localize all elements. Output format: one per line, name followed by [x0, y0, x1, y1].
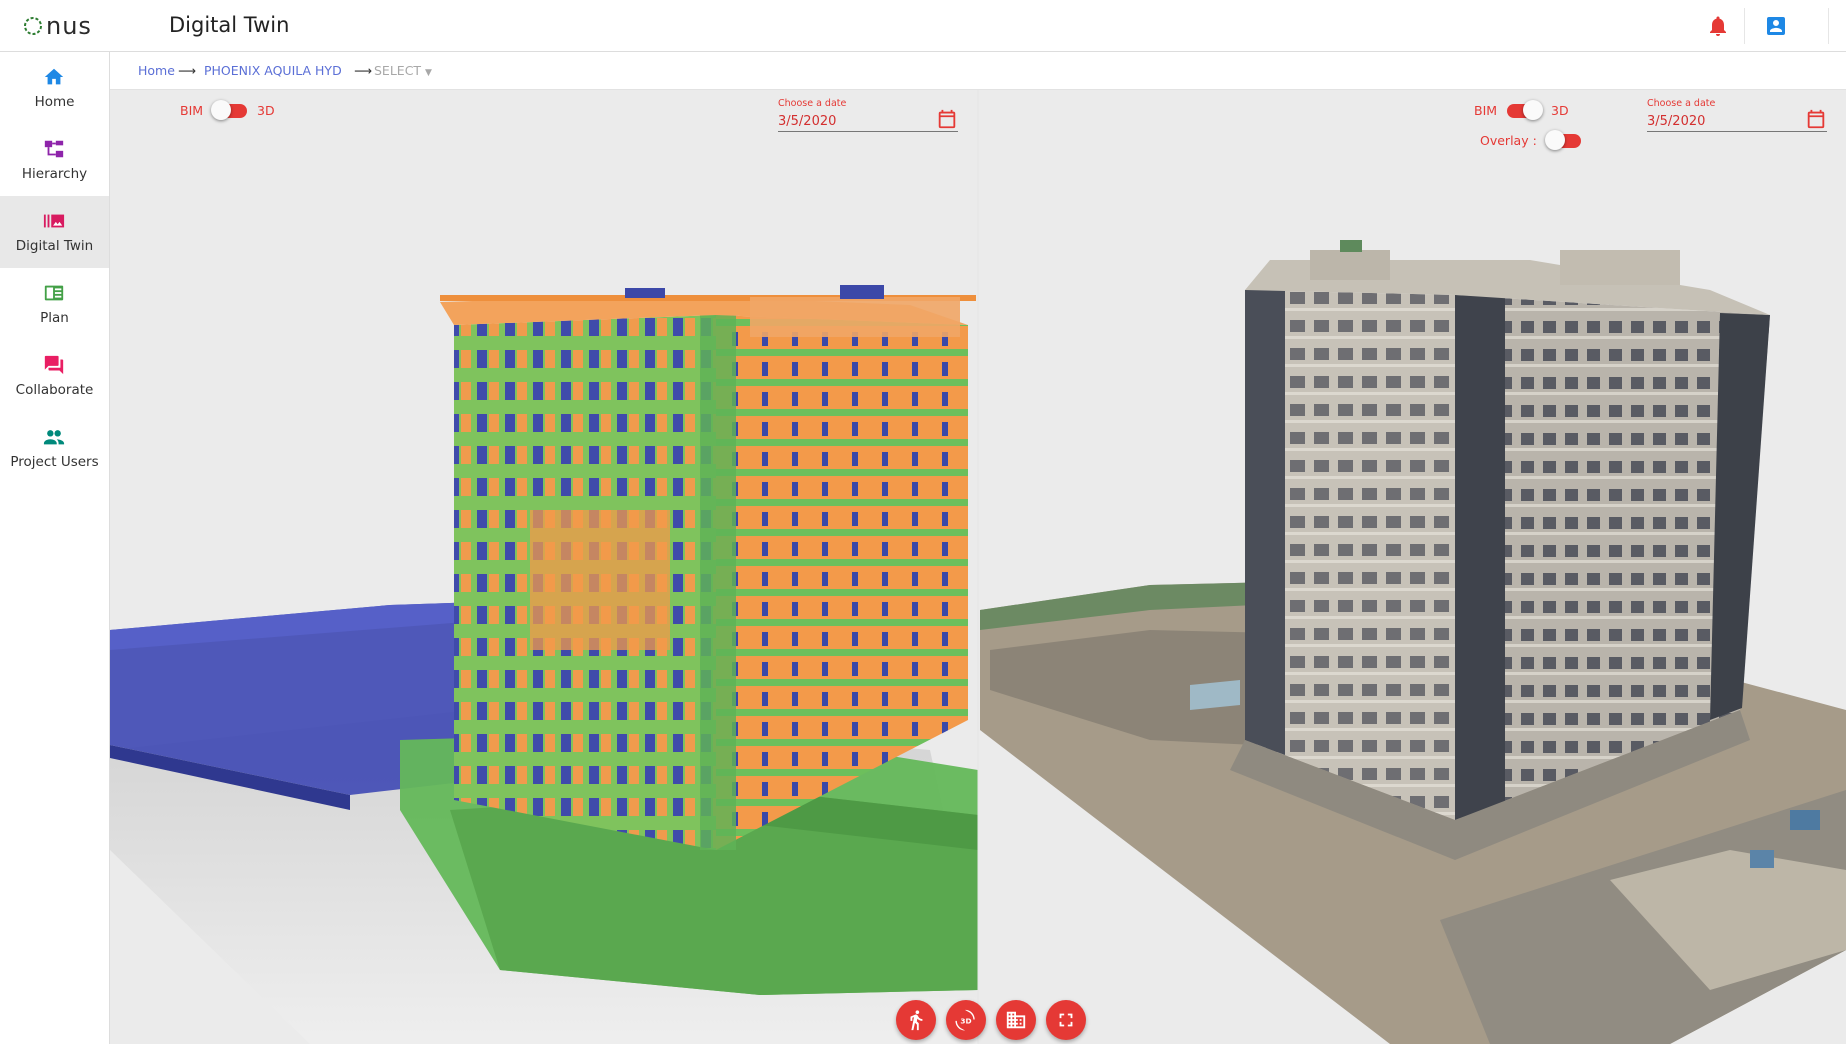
walk-mode-button[interactable] — [896, 1000, 936, 1040]
logo[interactable]: nus — [22, 12, 92, 40]
sidebar-item-label: Digital Twin — [15, 238, 94, 254]
right-3d-label: 3D — [1551, 103, 1569, 118]
page-title: Digital Twin — [169, 13, 290, 37]
account-icon[interactable] — [1764, 14, 1788, 38]
top-bar: nus Digital Twin — [0, 0, 1846, 52]
sidebar: Home Hierarchy Digital Twin Plan Collabo… — [0, 52, 110, 1044]
header-divider — [1744, 8, 1745, 44]
sidebar-item-label: Plan — [40, 310, 69, 326]
left-bim-3d-switch[interactable] — [211, 99, 248, 120]
rotate-3d-icon: 3D — [955, 1009, 975, 1031]
overlay-switch[interactable] — [1544, 129, 1581, 150]
right-bim-3d-toggle-row: BIM 3D — [1474, 99, 1569, 120]
sidebar-item-label: Hierarchy — [21, 166, 88, 182]
sidebar-item-plan[interactable]: Plan — [0, 268, 109, 340]
right-date-value: 3/5/2020 — [1647, 114, 1706, 129]
breadcrumb-home[interactable]: Home — [138, 63, 175, 78]
chat-icon — [44, 355, 64, 375]
breadcrumb: Home ⟶ PHOENIX AQUILA HYD ⟶ SELECT ▼ — [110, 52, 1846, 90]
breadcrumb-select-label: SELECT — [374, 63, 422, 78]
logo-text: nus — [46, 12, 92, 40]
breadcrumb-select-dropdown[interactable]: SELECT ▼ — [374, 63, 432, 78]
logo-ring-icon — [24, 17, 42, 35]
sidebar-item-label: Home — [34, 94, 75, 110]
right-date-label: Choose a date — [1647, 98, 1716, 109]
hierarchy-icon — [44, 140, 64, 158]
right-bim-3d-switch[interactable] — [1507, 99, 1544, 120]
viewer-area: BIM 3D Choose a date 3/5/2020 BIM 3D Ove… — [110, 90, 1846, 1044]
right-date-picker[interactable]: Choose a date 3/5/2020 — [1647, 90, 1827, 132]
sidebar-item-collaborate[interactable]: Collaborate — [0, 340, 109, 412]
sidebar-item-project-users[interactable]: Project Users — [0, 412, 109, 484]
plan-icon — [44, 285, 64, 301]
overlay-label: Overlay : — [1480, 133, 1537, 148]
fullscreen-icon — [1059, 1013, 1073, 1027]
left-3d-label: 3D — [257, 103, 275, 118]
header-divider — [1828, 8, 1829, 44]
users-icon — [43, 430, 65, 445]
left-bim-3d-toggle-row: BIM 3D — [180, 99, 275, 120]
breadcrumb-arrow-icon: ⟶ — [354, 63, 372, 78]
left-date-label: Choose a date — [778, 98, 847, 109]
viewer-toolbar: 3D — [896, 1000, 1086, 1040]
right-bim-label: BIM — [1474, 103, 1498, 118]
building-icon — [1006, 1011, 1026, 1029]
breadcrumb-arrow-icon: ⟶ — [178, 63, 196, 78]
sidebar-item-label: Project Users — [10, 454, 99, 470]
left-date-value: 3/5/2020 — [778, 114, 837, 129]
switch-knob — [211, 99, 232, 120]
fullscreen-button[interactable] — [1046, 1000, 1086, 1040]
left-bim-label: BIM — [180, 103, 204, 118]
overlay-toggle-row: Overlay : — [1480, 129, 1591, 150]
switch-knob — [1523, 99, 1544, 120]
sidebar-item-digital-twin[interactable]: Digital Twin — [0, 196, 109, 268]
sidebar-item-hierarchy[interactable]: Hierarchy — [0, 124, 109, 196]
breadcrumb-project[interactable]: PHOENIX AQUILA HYD — [204, 63, 342, 78]
viewer-scene[interactable] — [110, 90, 1846, 1044]
caret-down-icon: ▼ — [425, 68, 432, 78]
digital-twin-icon — [43, 214, 65, 228]
sidebar-item-home[interactable]: Home — [0, 52, 109, 124]
building-view-button[interactable] — [996, 1000, 1036, 1040]
notification-bell-icon[interactable] — [1706, 14, 1730, 38]
calendar-icon[interactable] — [936, 108, 958, 130]
calendar-icon[interactable] — [1805, 108, 1827, 130]
walk-icon — [910, 1010, 923, 1031]
rotate-3d-button[interactable]: 3D — [946, 1000, 986, 1040]
left-date-picker[interactable]: Choose a date 3/5/2020 — [778, 90, 958, 132]
svg-text:3D: 3D — [960, 1017, 971, 1026]
switch-knob — [1544, 129, 1565, 150]
home-icon — [44, 68, 64, 85]
sidebar-item-label: Collaborate — [15, 382, 94, 398]
